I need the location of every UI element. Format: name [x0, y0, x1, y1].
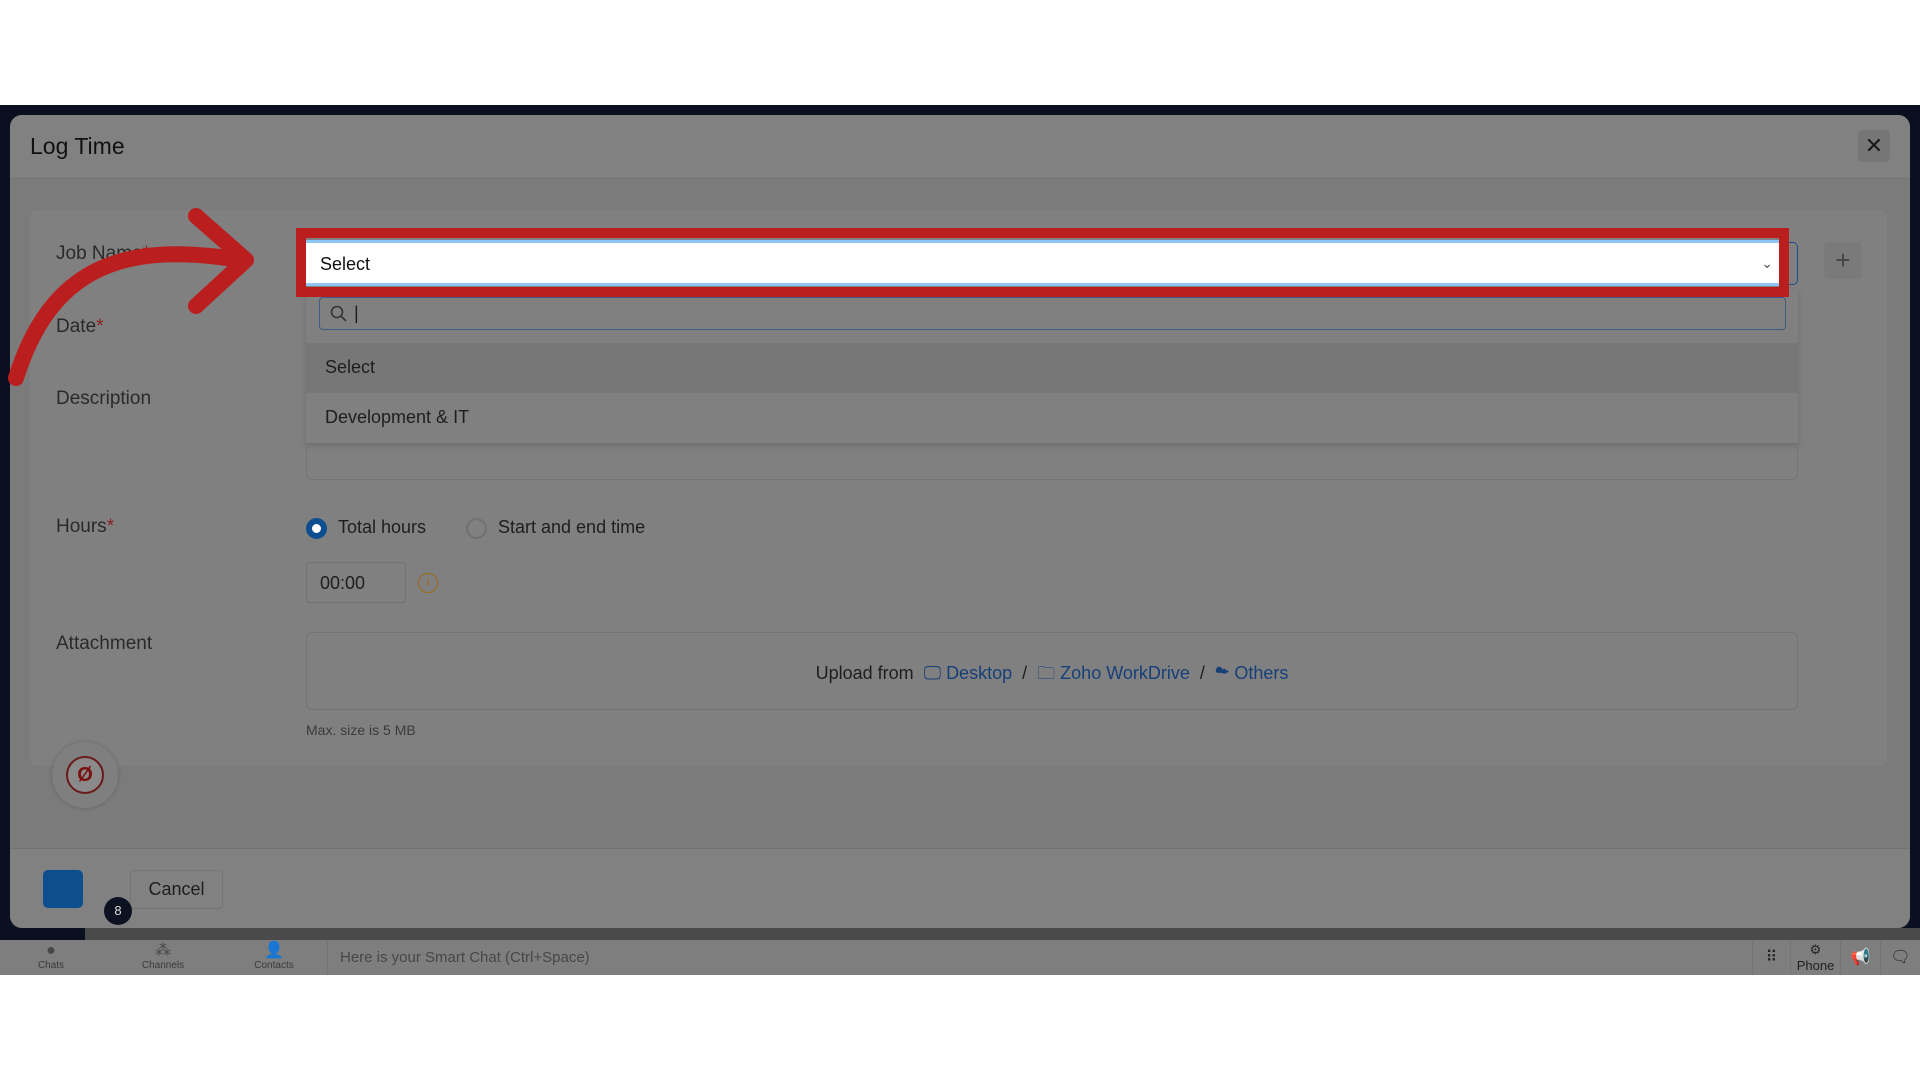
save-button[interactable] [43, 870, 83, 908]
description-textarea[interactable] [306, 443, 1798, 480]
add-job-button[interactable]: + [1824, 242, 1862, 279]
radio-total-hours[interactable] [306, 518, 327, 539]
channels-button[interactable]: ⁂ Channels [133, 942, 193, 971]
radio-total-hours-label: Total hours [338, 517, 427, 537]
attachment-label: Attachment [56, 633, 153, 654]
hours-input[interactable]: 00:00 [306, 562, 406, 603]
phone-button[interactable]: ⚙ Phone [1790, 940, 1840, 975]
contacts-button[interactable]: 👤 Contacts [244, 942, 304, 971]
cancel-button[interactable]: Cancel [130, 870, 223, 909]
upload-desktop-link[interactable]: 🖵 Desktop [919, 663, 1012, 683]
search-icon [330, 305, 347, 322]
bottom-bar: ● Chats ⁂ Channels 👤 Contacts Here is your … [0, 940, 1920, 975]
chevron-down-icon: ⌄ [1761, 255, 1773, 271]
annotation-arrow [8, 208, 254, 386]
dialpad-icon: ⠿ [1765, 949, 1778, 966]
radio-start-end-label: Start and end time [498, 517, 646, 537]
hours-label: Hours* [56, 516, 115, 537]
modal-title: Log Time [30, 133, 125, 159]
radio-start-end-time[interactable] [466, 518, 487, 539]
logo-icon: Ø [66, 756, 104, 794]
horizontal-scrollbar[interactable] [85, 928, 1920, 940]
monitor-icon: 🖵 [923, 663, 942, 683]
job-dropdown: | Select Development & IT [306, 290, 1798, 443]
top-margin [0, 0, 1920, 105]
max-size-note: Max. size is 5 MB [306, 722, 416, 738]
announcement-button[interactable]: 📢 [1840, 940, 1880, 975]
modal-footer: Cancel [10, 848, 1910, 928]
avatar[interactable]: Ø [52, 742, 118, 808]
gear-icon: ⚙ [1809, 942, 1822, 957]
option-development-it[interactable]: Development & IT [306, 393, 1798, 443]
info-icon[interactable]: i [418, 573, 438, 593]
folder-icon: 🗀 [1037, 663, 1056, 683]
modal-header: Log Time ✕ [10, 115, 1910, 179]
dropdown-search-input[interactable]: | [319, 297, 1786, 330]
dialpad-button[interactable]: ⠿ [1752, 940, 1790, 975]
messages-button[interactable]: 🗨 [1880, 940, 1920, 975]
upload-area[interactable]: Upload from 🖵 Desktop / 🗀 Zoho WorkDrive… [306, 632, 1798, 710]
cloud-icon: ☁ [1214, 663, 1230, 683]
channels-icon: ⁂ [155, 942, 171, 959]
close-button[interactable]: ✕ [1858, 130, 1890, 162]
description-label: Description [56, 388, 152, 409]
smart-chat-input[interactable]: Here is your Smart Chat (Ctrl+Space) [327, 940, 602, 975]
option-select[interactable]: Select [306, 343, 1798, 393]
chat-bubble-icon: ● [46, 942, 56, 959]
upload-workdrive-link[interactable]: 🗀 Zoho WorkDrive [1037, 663, 1190, 683]
megaphone-icon: 📢 [1850, 949, 1871, 966]
upload-others-link[interactable]: ☁ Others [1215, 663, 1288, 683]
notification-badge: 8 [104, 897, 132, 925]
close-icon: ✕ [1864, 133, 1884, 158]
chats-button[interactable]: ● Chats [21, 942, 81, 971]
plus-icon: + [1835, 245, 1851, 275]
job-name-select[interactable]: Select ⌄ [306, 240, 1779, 286]
message-icon: 🗨 [1890, 949, 1911, 966]
contact-icon: 👤 [264, 942, 284, 959]
